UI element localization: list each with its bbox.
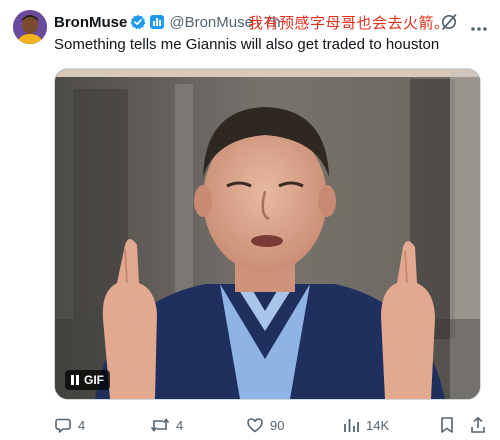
tweet-text: Something tells me Giannis will also get…: [54, 36, 440, 53]
views-button[interactable]: 14K: [342, 415, 389, 435]
affiliate-badge-icon[interactable]: [150, 15, 165, 29]
repost-icon: [150, 418, 170, 432]
tweet-header: BronMuse @BronMuse · 7h: [54, 12, 281, 32]
reply-icon: [55, 418, 71, 433]
view-count: 14K: [366, 417, 390, 433]
like-icon: [247, 418, 263, 433]
bookmark-icon: [441, 417, 453, 433]
gif-frame: [55, 69, 480, 399]
tweet-media-gif[interactable]: GIF: [54, 68, 481, 400]
gif-badge[interactable]: GIF: [65, 370, 110, 390]
more-icon[interactable]: [470, 19, 488, 31]
reply-button[interactable]: 4: [54, 415, 85, 435]
pause-icon[interactable]: [71, 375, 79, 385]
like-count: 90: [270, 417, 285, 433]
like-button[interactable]: 90: [246, 415, 284, 435]
reply-count: 4: [78, 417, 86, 433]
repost-button[interactable]: 4: [150, 415, 183, 435]
gif-badge-label: GIF: [84, 373, 104, 387]
share-button[interactable]: [470, 415, 486, 435]
overlay-caption: 我有预感字母哥也会去火箭。: [248, 15, 450, 32]
verified-badge-icon: [130, 14, 146, 30]
avatar[interactable]: [13, 10, 47, 44]
tweet-action-bar: 4 4 90 14K: [54, 415, 494, 435]
display-name[interactable]: BronMuse: [54, 14, 127, 31]
grok-icon[interactable]: [440, 13, 458, 31]
repost-count: 4: [176, 417, 184, 433]
user-handle[interactable]: @BronMuse: [169, 14, 253, 31]
share-icon: [471, 416, 485, 433]
bookmark-button[interactable]: [439, 415, 455, 435]
views-icon: [344, 419, 359, 432]
